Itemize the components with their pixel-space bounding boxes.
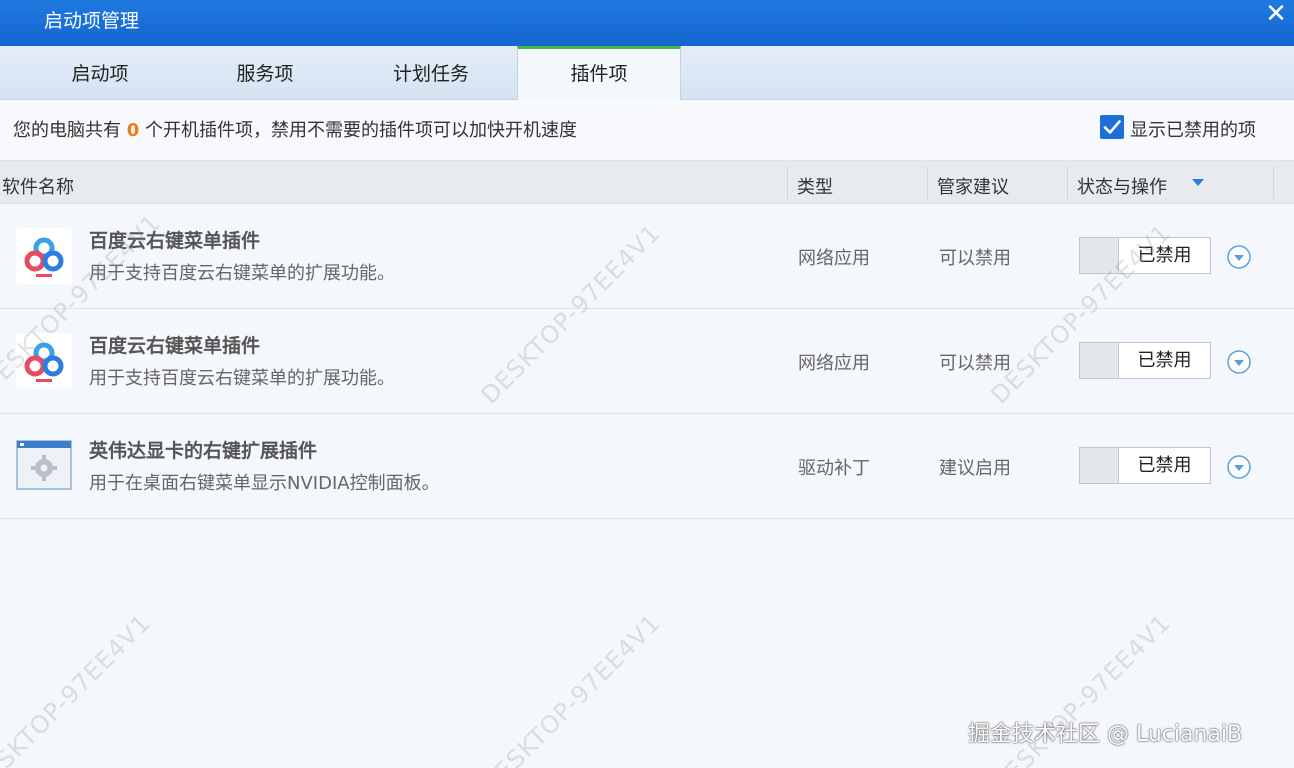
table-row[interactable]: 百度云右键菜单插件 用于支持百度云右键菜单的扩展功能。 网络应用 可以禁用 已禁… <box>0 204 1294 309</box>
status-label[interactable]: 已禁用 <box>1118 238 1210 273</box>
baidu-cloud-icon <box>15 227 73 285</box>
chevron-down-icon[interactable] <box>1226 244 1252 270</box>
settings-window-icon <box>15 437 73 495</box>
plugin-description: 用于支持百度云右键菜单的扩展功能。 <box>89 263 395 284</box>
show-disabled-label[interactable]: 显示已禁用的项 <box>1130 116 1256 142</box>
column-divider <box>787 167 788 199</box>
status-toggle[interactable]: 已禁用 <box>1079 342 1211 379</box>
status-label[interactable]: 已禁用 <box>1118 343 1210 378</box>
sort-desc-icon[interactable] <box>1191 173 1205 192</box>
tab-startup[interactable]: 启动项 <box>20 46 180 100</box>
plugin-type: 网络应用 <box>798 248 870 269</box>
tab-plugins[interactable]: 插件项 <box>517 46 681 101</box>
table-row[interactable]: 百度云右键菜单插件 用于支持百度云右键菜单的扩展功能。 网络应用 可以禁用 已禁… <box>0 309 1294 414</box>
plugin-name: 百度云右键菜单插件 <box>89 230 261 252</box>
baidu-cloud-icon <box>15 332 73 390</box>
status-toggle[interactable]: 已禁用 <box>1079 237 1211 274</box>
plugin-summary: 您的电脑共有 0 个开机插件项，禁用不需要的插件项可以加快开机速度 <box>13 120 577 141</box>
plugin-name: 百度云右键菜单插件 <box>89 335 261 357</box>
tab-bar: 启动项 服务项 计划任务 插件项 <box>0 46 1294 101</box>
watermark: DESKTOP-97EE4V1 <box>0 608 157 768</box>
column-header: 软件名称 类型 管家建议 状态与操作 <box>0 160 1294 204</box>
plugin-type: 驱动补丁 <box>798 458 870 479</box>
info-bar: 您的电脑共有 0 个开机插件项，禁用不需要的插件项可以加快开机速度 显示已禁用的… <box>0 100 1294 158</box>
chevron-down-icon[interactable] <box>1226 454 1252 480</box>
table-row[interactable]: 英伟达显卡的右键扩展插件 用于在桌面右键菜单显示NVIDIA控制面板。 驱动补丁… <box>0 414 1294 519</box>
plugin-description: 用于支持百度云右键菜单的扩展功能。 <box>89 368 395 389</box>
watermark: DESKTOP-97EE4V1 <box>475 608 667 768</box>
column-type[interactable]: 类型 <box>797 173 833 199</box>
checkbox-checked-icon[interactable] <box>1100 115 1124 139</box>
title-bar: 启动项管理 ✕ <box>0 0 1294 46</box>
chevron-down-icon[interactable] <box>1226 349 1252 375</box>
column-name[interactable]: 软件名称 <box>2 173 74 199</box>
tab-services[interactable]: 服务项 <box>185 46 345 100</box>
column-advice[interactable]: 管家建议 <box>937 173 1009 199</box>
column-divider <box>1067 167 1068 199</box>
plugin-count: 0 <box>126 120 140 141</box>
status-label[interactable]: 已禁用 <box>1118 448 1210 483</box>
source-credit: 掘金技术社区 @ LucianaiB <box>968 722 1243 747</box>
column-divider <box>1273 167 1274 199</box>
plugin-name: 英伟达显卡的右键扩展插件 <box>89 440 318 462</box>
plugin-advice: 可以禁用 <box>939 353 1011 374</box>
plugin-type: 网络应用 <box>798 353 870 374</box>
window-title: 启动项管理 <box>44 10 140 32</box>
plugin-advice: 建议启用 <box>939 458 1011 479</box>
status-toggle[interactable]: 已禁用 <box>1079 447 1211 484</box>
tab-scheduled-tasks[interactable]: 计划任务 <box>350 46 512 100</box>
column-divider <box>927 167 928 199</box>
column-status[interactable]: 状态与操作 <box>1077 173 1167 199</box>
plugin-description: 用于在桌面右键菜单显示NVIDIA控制面板。 <box>89 473 440 494</box>
close-icon[interactable]: ✕ <box>1258 0 1294 30</box>
plugin-advice: 可以禁用 <box>939 248 1011 269</box>
